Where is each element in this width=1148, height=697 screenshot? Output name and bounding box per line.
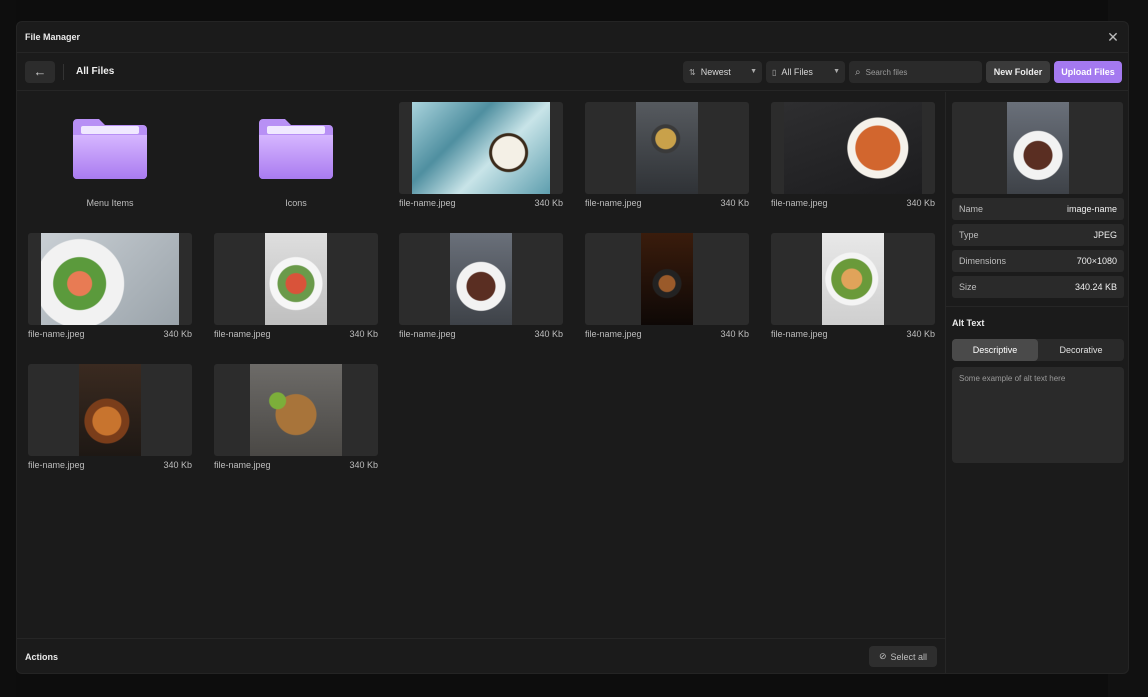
file-name: file-name.jpeg [214,329,271,339]
arrow-left-icon: ← [33,64,47,79]
background-left-panel [0,0,16,697]
file-manager-modal: File Manager ✕ ← All Files ⇅ Newest ▼ ▯ … [16,21,1129,674]
chevron-down-icon: ▼ [750,68,757,75]
file-grid: Menu Items Icons file-name.jpeg 340 Kb f… [17,92,945,638]
details-panel: Name image-name Type JPEG Dimensions 700… [945,92,1128,673]
file-thumbnail [585,102,749,194]
alt-mode-toggle: Descriptive Decorative [952,339,1124,361]
meta-key: Type [959,230,979,240]
file-size: 340 Kb [163,460,192,470]
alt-text-input[interactable]: Some example of alt text here [952,367,1124,463]
file-name: file-name.jpeg [585,198,642,208]
file-thumbnail [585,233,749,325]
select-all-button[interactable]: ⊘ Select all [869,646,937,667]
file-item[interactable]: file-name.jpeg 340 Kb [585,102,749,208]
file-item[interactable]: file-name.jpeg 340 Kb [399,102,563,208]
alt-text-title: Alt Text [952,318,985,328]
toolbar-divider [63,63,64,80]
file-size: 340 Kb [349,329,378,339]
file-size: 340 Kb [720,329,749,339]
file-type-dropdown[interactable]: ▯ All Files ▼ [766,61,845,83]
file-thumbnail [28,233,192,325]
divider [946,306,1128,307]
file-item[interactable]: file-name.jpeg 340 Kb [399,233,563,339]
folder-label: Menu Items [86,198,134,208]
meta-value: JPEG [1093,230,1117,240]
search-input[interactable]: ⌕ Search files [849,61,982,83]
folder-label: Icons [285,198,307,208]
select-all-label: Select all [890,651,928,662]
meta-value: image-name [1066,204,1117,214]
alt-text-placeholder: Some example of alt text here [959,374,1066,383]
chevron-down-icon: ▼ [833,68,840,75]
search-icon: ⌕ [855,66,861,78]
meta-key: Size [959,282,977,292]
file-name: file-name.jpeg [771,329,828,339]
file-size: 340 Kb [906,198,935,208]
file-item[interactable]: file-name.jpeg 340 Kb [771,233,935,339]
file-size: 340 Kb [534,198,563,208]
file-item[interactable]: file-name.jpeg 340 Kb [585,233,749,339]
meta-key: Name [959,204,984,214]
meta-row-name: Name image-name [952,198,1124,220]
file-icon: ▯ [772,67,777,77]
upload-files-button[interactable]: Upload Files [1054,61,1122,83]
folder-icon [28,102,192,194]
file-thumbnail [771,102,935,194]
folder-item[interactable]: Icons [214,102,378,208]
file-thumbnail [399,233,563,325]
meta-row-type: Type JPEG [952,224,1124,246]
folder-icon [214,102,378,194]
alt-mode-decorative[interactable]: Decorative [1038,339,1124,361]
modal-title: File Manager [25,32,81,42]
file-size: 340 Kb [720,198,749,208]
folder-item[interactable]: Menu Items [28,102,192,208]
file-size: 340 Kb [534,329,563,339]
file-name: file-name.jpeg [585,329,642,339]
new-folder-button[interactable]: New Folder [986,61,1050,83]
file-name: file-name.jpeg [771,198,828,208]
file-type-value: All Files [781,67,813,77]
file-name: file-name.jpeg [399,198,456,208]
meta-value: 340.24 KB [1074,282,1117,292]
file-item[interactable]: file-name.jpeg 340 Kb [771,102,935,208]
file-thumbnail [214,364,378,456]
file-item[interactable]: file-name.jpeg 340 Kb [214,233,378,339]
toolbar-actions: ⇅ Newest ▼ ▯ All Files ▼ ⌕ Search files … [683,61,1122,83]
file-thumbnail [28,364,192,456]
toolbar-title: All Files [76,66,115,77]
file-item[interactable]: file-name.jpeg 340 Kb [214,364,378,470]
file-name: file-name.jpeg [214,460,271,470]
file-name: file-name.jpeg [399,329,456,339]
meta-row-size: Size 340.24 KB [952,276,1124,298]
file-thumbnail [399,102,563,194]
modal-header: File Manager ✕ [17,22,1128,53]
file-name: file-name.jpeg [28,460,85,470]
sort-value: Newest [700,67,731,77]
close-icon[interactable]: ✕ [1106,30,1120,44]
file-size: 340 Kb [163,329,192,339]
sort-dropdown[interactable]: ⇅ Newest ▼ [683,61,762,83]
file-size: 340 Kb [906,329,935,339]
sort-icon: ⇅ [689,67,696,77]
preview-image [952,102,1123,194]
back-button[interactable]: ← [25,60,55,83]
file-thumbnail [214,233,378,325]
meta-key: Dimensions [959,256,1007,266]
check-circle-icon: ⊘ [878,651,887,661]
meta-row-dimensions: Dimensions 700×1080 [952,250,1124,272]
search-placeholder: Search files [865,67,908,77]
actions-title: Actions [25,652,59,662]
actions-footer: Actions ⊘ Select all [17,638,945,673]
alt-mode-descriptive[interactable]: Descriptive [952,339,1038,361]
file-item[interactable]: file-name.jpeg 340 Kb [28,233,192,339]
file-size: 340 Kb [349,460,378,470]
file-name: file-name.jpeg [28,329,85,339]
file-item[interactable]: file-name.jpeg 340 Kb [28,364,192,470]
toolbar: ← All Files ⇅ Newest ▼ ▯ All Files ▼ ⌕ S… [17,53,1128,91]
file-thumbnail [771,233,935,325]
meta-value: 700×1080 [1076,256,1117,266]
